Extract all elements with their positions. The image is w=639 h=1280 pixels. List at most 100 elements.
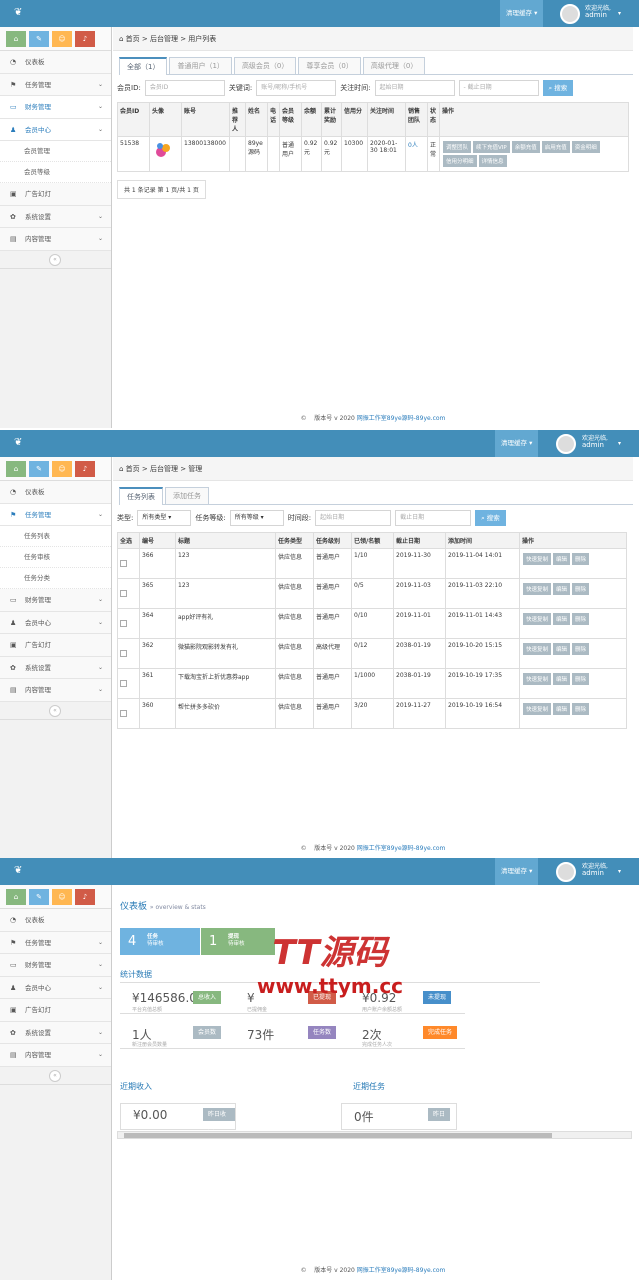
member-id-input[interactable]: 会员ID [144, 80, 225, 96]
start-date-input[interactable]: 起始日期 [374, 80, 455, 96]
enable-recharge-button[interactable]: 启用充值 [541, 141, 570, 153]
edit-button[interactable]: 编辑 [553, 643, 571, 655]
home-icon[interactable]: ⌂ [119, 465, 126, 473]
footer-link[interactable]: 网振工作室89ye源码-89ye.com [357, 415, 446, 422]
start-date-input[interactable]: 起始日期 [315, 510, 392, 526]
sidebar-item-ads[interactable]: ▣ 广告幻灯 [0, 183, 111, 206]
checkbox[interactable] [120, 650, 127, 657]
chevron-down-icon[interactable]: ▾ [618, 868, 621, 875]
avatar[interactable] [560, 4, 580, 24]
edit-button[interactable]: 编辑 [553, 583, 571, 595]
sidebar-item-ads[interactable]: ▣ 广告幻灯 [0, 634, 111, 657]
edit-button[interactable]: 编辑 [553, 673, 571, 685]
fund-detail-button[interactable]: 资金明细 [571, 141, 600, 153]
sidebar-item-members[interactable]: ♟ 会员中心 ⌄ [0, 611, 111, 634]
delete-button[interactable]: 删除 [572, 613, 590, 625]
users-shortcut-icon[interactable]: ☺ [52, 31, 72, 47]
user-info[interactable]: 欢迎光临, admin [585, 5, 611, 19]
sidebar-sub-member-manage[interactable]: 会员管理 [0, 141, 111, 162]
end-date-input[interactable]: - 截止日期 [458, 80, 539, 96]
adjust-team-button[interactable]: 调整团队 [443, 141, 472, 153]
pencil-shortcut-icon[interactable]: ✎ [29, 461, 49, 477]
level-select[interactable]: 所有等级 ▾ [229, 510, 284, 526]
vip-recharge-button[interactable]: 续下充值VIP [473, 141, 510, 153]
balance-recharge-button[interactable]: 余额充值 [511, 141, 540, 153]
sidebar-sub-task-category[interactable]: 任务分类 [0, 568, 111, 589]
home-shortcut-icon[interactable]: ⌂ [6, 461, 26, 477]
credit-detail-button[interactable]: 信用分明细 [443, 155, 477, 167]
double-chevron-left-icon[interactable]: « [49, 253, 61, 266]
edit-button[interactable]: 编辑 [553, 703, 571, 715]
sidebar-item-settings[interactable]: ✿ 系统设置 ⌄ [0, 205, 111, 228]
sidebar-sub-task-review[interactable]: 任务审核 [0, 547, 111, 568]
tab-task-list[interactable]: 任务列表 [119, 487, 163, 505]
pencil-shortcut-icon[interactable]: ✎ [29, 889, 49, 905]
home-shortcut-icon[interactable]: ⌂ [6, 889, 26, 905]
sidebar-sub-member-level[interactable]: 会员等级 [0, 162, 111, 183]
clear-cache-button[interactable]: 清理缓存 ▾ [500, 0, 544, 27]
sidebar-item-dashboard[interactable]: ◔ 仪表板 [0, 51, 111, 74]
quick-copy-button[interactable]: 快速复制 [523, 703, 552, 715]
checkbox[interactable] [120, 560, 127, 567]
delete-button[interactable]: 删除 [572, 703, 590, 715]
avatar[interactable] [556, 862, 576, 882]
sidebar-item-tasks[interactable]: ⚑ 任务管理 ⌄ [0, 931, 111, 954]
sidebar-item-finance[interactable]: ▭ 财务管理 ⌄ [0, 954, 111, 977]
sidebar-item-dashboard[interactable]: ◔ 仪表板 [0, 909, 111, 932]
quick-copy-button[interactable]: 快速复制 [523, 673, 552, 685]
delete-button[interactable]: 删除 [572, 553, 590, 565]
sidebar-item-finance[interactable]: ▭ 财务管理 ⌄ [0, 589, 111, 612]
tab-senior[interactable]: 高级会员（0） [233, 57, 297, 74]
sidebar-item-members[interactable]: ♟ 会员中心 ⌄ [0, 976, 111, 999]
quick-copy-button[interactable]: 快速复制 [523, 553, 552, 565]
search-button[interactable]: ⌕ 搜索 [542, 80, 574, 96]
bell-shortcut-icon[interactable]: ♪ [75, 889, 95, 905]
users-shortcut-icon[interactable]: ☺ [52, 889, 72, 905]
tab-agent[interactable]: 高级代理（0） [362, 57, 426, 74]
cell-team[interactable]: 0人 [405, 136, 428, 172]
sidebar-item-content[interactable]: ▤ 内容管理 ⌄ [0, 1044, 111, 1067]
kpi-task-review[interactable]: 4 任务 待审核 [120, 928, 200, 955]
users-shortcut-icon[interactable]: ☺ [52, 461, 72, 477]
checkbox[interactable] [120, 680, 127, 687]
sidebar-item-settings[interactable]: ✿ 系统设置 ⌄ [0, 1021, 111, 1044]
footer-link[interactable]: 网振工作室89ye源码-89ye.com [357, 845, 446, 852]
tab-premium[interactable]: 尊享会员（0） [298, 57, 361, 74]
sidebar-item-dashboard[interactable]: ◔ 仪表板 [0, 481, 111, 504]
chevron-down-icon[interactable]: ▾ [618, 440, 621, 447]
quick-copy-button[interactable]: 快速复制 [523, 583, 552, 595]
sidebar-item-content[interactable]: ▤ 内容管理 ⌄ [0, 228, 111, 251]
sidebar-item-finance[interactable]: ▭ 财务管理 ⌄ [0, 96, 111, 119]
checkbox[interactable] [120, 620, 127, 627]
user-info[interactable]: 欢迎光临, admin [582, 863, 608, 877]
pencil-shortcut-icon[interactable]: ✎ [29, 31, 49, 47]
sidebar-item-settings[interactable]: ✿ 系统设置 ⌄ [0, 656, 111, 679]
sidebar-item-members[interactable]: ♟ 会员中心 ⌄ [0, 118, 111, 141]
avatar[interactable] [556, 434, 576, 454]
checkbox[interactable] [120, 590, 127, 597]
edit-button[interactable]: 编辑 [553, 553, 571, 565]
tab-add-task[interactable]: 添加任务 [165, 487, 209, 504]
user-info[interactable]: 欢迎光临, admin [582, 435, 608, 449]
horizontal-scrollbar[interactable] [117, 1131, 632, 1139]
sidebar-item-tasks[interactable]: ⚑ 任务管理 ⌄ [0, 73, 111, 96]
quick-copy-button[interactable]: 快速复制 [523, 613, 552, 625]
tab-all[interactable]: 全部（1） [119, 57, 168, 75]
delete-button[interactable]: 删除 [572, 583, 590, 595]
edit-button[interactable]: 编辑 [553, 613, 571, 625]
chevron-down-icon[interactable]: ▾ [618, 10, 621, 17]
quick-copy-button[interactable]: 快速复制 [523, 643, 552, 655]
keyword-input[interactable]: 账号/昵称/手机号 [256, 80, 337, 96]
home-shortcut-icon[interactable]: ⌂ [6, 31, 26, 47]
double-chevron-left-icon[interactable]: « [49, 704, 61, 717]
end-date-input[interactable]: 截止日期 [395, 510, 472, 526]
clear-cache-button[interactable]: 清理缓存 ▾ [495, 430, 539, 457]
delete-button[interactable]: 删除 [572, 643, 590, 655]
home-icon[interactable]: ⌂ [119, 35, 126, 43]
sidebar-item-ads[interactable]: ▣ 广告幻灯 [0, 999, 111, 1022]
checkbox[interactable] [120, 710, 127, 717]
detail-info-button[interactable]: 详情信息 [478, 155, 507, 167]
delete-button[interactable]: 删除 [572, 673, 590, 685]
footer-link[interactable]: 网振工作室89ye源码-89ye.com [357, 1267, 446, 1274]
sidebar-sub-task-list[interactable]: 任务列表 [0, 526, 111, 547]
